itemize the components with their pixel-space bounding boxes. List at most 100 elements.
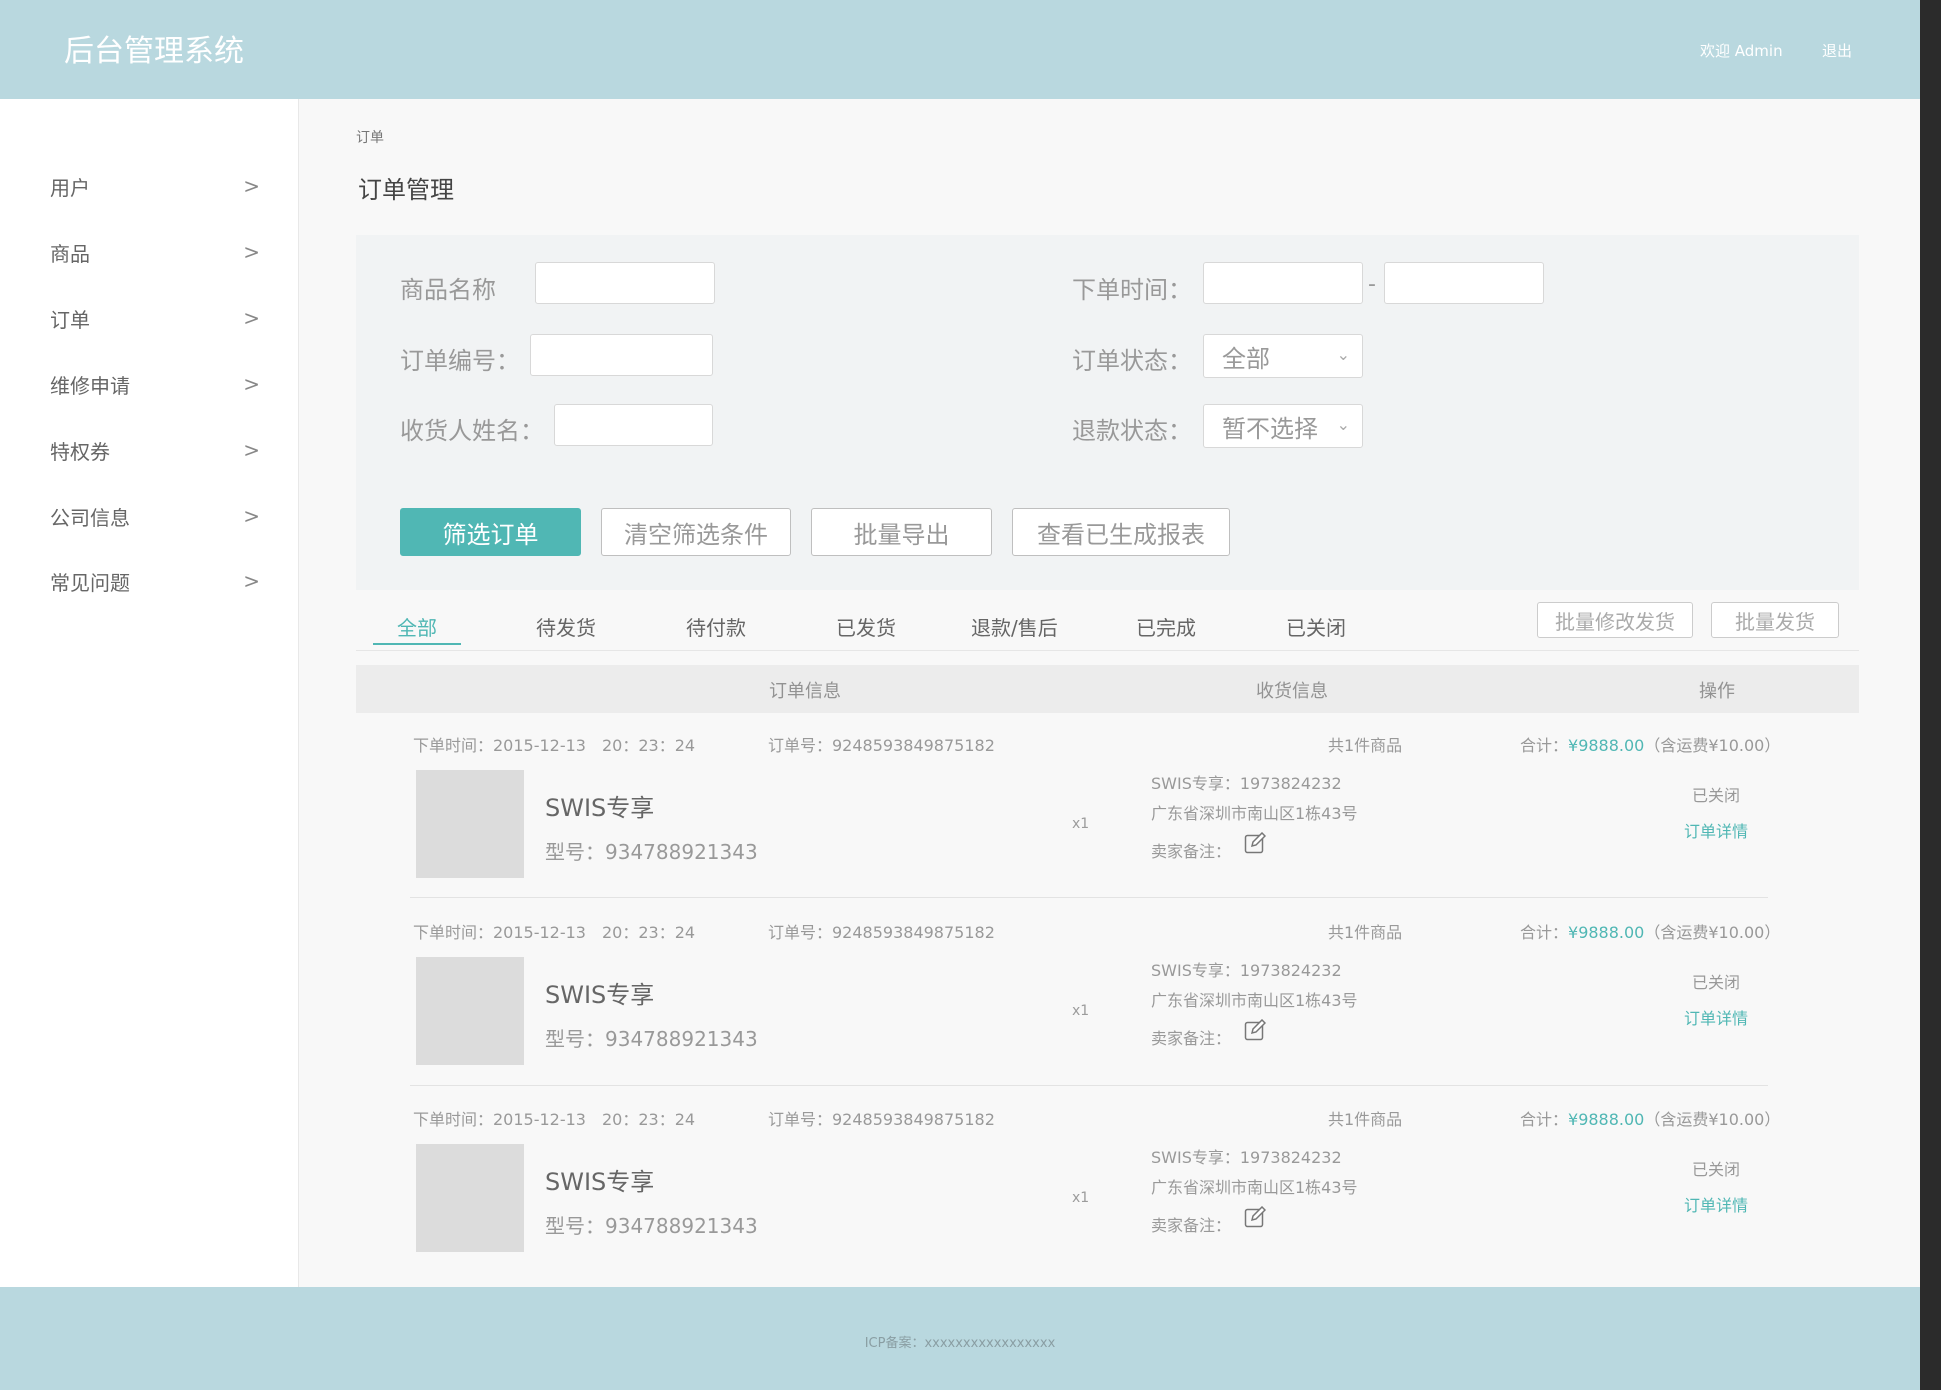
order-time-start-input[interactable] [1203, 262, 1363, 304]
order-time-end-input[interactable] [1384, 262, 1544, 304]
quantity: x1 [1072, 1190, 1090, 1206]
sidebar-item-label: 用户 [50, 175, 90, 200]
refund-status-value: 暂不选择 [1222, 414, 1318, 443]
tab-pending-shipment[interactable]: 待发货 [536, 612, 596, 641]
view-reports-button[interactable]: 查看已生成报表 [1012, 508, 1230, 556]
receiver-address: 广东省深圳市南山区1栋43号 [1151, 991, 1358, 1010]
sidebar-item-orders[interactable]: 订单 > [50, 298, 260, 338]
sidebar-item-users[interactable]: 用户 > [50, 166, 260, 206]
order-status: 已关闭 [1692, 1160, 1741, 1179]
product-name: SWIS专享 [545, 1168, 655, 1196]
footer: ICP备案：xxxxxxxxxxxxxxxxx [0, 1287, 1920, 1390]
window-edge [1920, 0, 1941, 1390]
clear-filters-button[interactable]: 清空筛选条件 [601, 508, 791, 556]
tab-all[interactable]: 全部 [397, 612, 437, 641]
sidebar-item-label: 维修申请 [50, 373, 130, 398]
sidebar-item-label: 特权券 [50, 439, 110, 464]
receiver-name: SWIS专享：1973824232 [1151, 1148, 1342, 1167]
tab-refund[interactable]: 退款/售后 [971, 612, 1058, 641]
edit-icon[interactable] [1244, 1019, 1266, 1041]
breadcrumb: 订单 [356, 130, 384, 146]
logout-link[interactable]: 退出 [1822, 40, 1852, 61]
item-count: 共1件商品 [1328, 1110, 1403, 1129]
refund-status-label: 退款状态： [1072, 417, 1192, 445]
seller-remark-label: 卖家备注： [1151, 842, 1232, 861]
sidebar-item-faq[interactable]: 常见问题 > [50, 561, 260, 601]
header-receiver-info: 收货信息 [1256, 681, 1328, 702]
date-separator: - [1368, 272, 1376, 297]
total-price: ¥9888.00 [1568, 1110, 1645, 1129]
sidebar-item-coupons[interactable]: 特权券 > [50, 430, 260, 470]
sidebar-item-repair[interactable]: 维修申请 > [50, 364, 260, 404]
quantity: x1 [1072, 1003, 1090, 1019]
shipping-fee: （含运费¥10.00） [1644, 1110, 1781, 1129]
receiver-address: 广东省深圳市南山区1栋43号 [1151, 1178, 1358, 1197]
tab-closed[interactable]: 已关闭 [1286, 612, 1346, 641]
sidebar-item-company[interactable]: 公司信息 > [50, 496, 260, 536]
total-price: ¥9888.00 [1568, 923, 1645, 942]
order-no-input[interactable] [530, 334, 713, 376]
product-model: 型号：934788921343 [545, 840, 758, 864]
active-tab-indicator [373, 643, 461, 645]
product-name-input[interactable] [535, 262, 715, 304]
tab-shipped[interactable]: 已发货 [836, 612, 896, 641]
chevron-right-icon: > [243, 306, 260, 330]
quantity: x1 [1072, 816, 1090, 832]
seller-remark-label: 卖家备注： [1151, 1216, 1232, 1235]
header-action: 操作 [1699, 681, 1735, 702]
total-label: 合计： [1520, 923, 1569, 942]
order-detail-link[interactable]: 订单详情 [1684, 1192, 1748, 1216]
shipping-fee: （含运费¥10.00） [1644, 923, 1781, 942]
batch-ship-button[interactable]: 批量发货 [1711, 602, 1839, 638]
sidebar-item-label: 商品 [50, 241, 90, 266]
filter-orders-button[interactable]: 筛选订单 [400, 508, 581, 556]
chevron-right-icon: > [243, 372, 260, 396]
batch-export-button[interactable]: 批量导出 [811, 508, 992, 556]
shipping-fee: （含运费¥10.00） [1644, 736, 1781, 755]
receiver-label: 收货人姓名： [400, 417, 544, 445]
sidebar-item-products[interactable]: 商品 > [50, 232, 260, 272]
receiver-input[interactable] [554, 404, 713, 446]
icp-text: ICP备案：xxxxxxxxxxxxxxxxx [864, 1336, 1056, 1351]
tab-completed[interactable]: 已完成 [1136, 612, 1196, 641]
tab-pending-payment[interactable]: 待付款 [686, 612, 746, 641]
total-label: 合计： [1520, 1110, 1569, 1129]
product-name: SWIS专享 [545, 794, 655, 822]
product-name: SWIS专享 [545, 981, 655, 1009]
receiver-address: 广东省深圳市南山区1栋43号 [1151, 804, 1358, 823]
chevron-right-icon: > [243, 438, 260, 462]
product-model: 型号：934788921343 [545, 1027, 758, 1051]
welcome-text: 欢迎 Admin [1700, 42, 1783, 60]
order-divider [410, 1085, 1768, 1086]
chevron-right-icon: > [243, 504, 260, 528]
edit-icon[interactable] [1244, 832, 1266, 854]
sidebar: 用户 > 商品 > 订单 > 维修申请 > 特权券 > 公司信息 > 常见问题 > [0, 99, 299, 1287]
edit-icon[interactable] [1244, 1206, 1266, 1228]
product-thumbnail [416, 770, 524, 878]
order-time: 下单时间：2015-12-13 20：23：24 [413, 736, 696, 755]
order-total: 合计：¥9888.00（含运费¥10.00） [1520, 919, 1780, 943]
item-count: 共1件商品 [1328, 736, 1403, 755]
chevron-right-icon: > [243, 569, 260, 593]
refund-status-select[interactable]: 暂不选择 ⌄ [1203, 404, 1363, 448]
order-status-select[interactable]: 全部 ⌄ [1203, 334, 1363, 378]
product-model: 型号：934788921343 [545, 1214, 758, 1238]
order-time: 下单时间：2015-12-13 20：23：24 [413, 1110, 696, 1129]
order-total: 合计：¥9888.00（含运费¥10.00） [1520, 1106, 1780, 1130]
sidebar-item-label: 订单 [50, 307, 90, 332]
order-total: 合计：¥9888.00（含运费¥10.00） [1520, 732, 1780, 756]
header-order-info: 订单信息 [769, 681, 841, 702]
order-detail-link[interactable]: 订单详情 [1684, 1005, 1748, 1029]
product-thumbnail [416, 957, 524, 1065]
total-label: 合计： [1520, 736, 1569, 755]
receiver-name: SWIS专享：1973824232 [1151, 961, 1342, 980]
chevron-down-icon: ⌄ [1336, 415, 1350, 434]
batch-modify-shipment-button[interactable]: 批量修改发货 [1537, 602, 1693, 638]
order-number: 订单号：9248593849875182 [768, 923, 995, 942]
order-no-label: 订单编号： [400, 347, 520, 375]
app-title: 后台管理系统 [64, 34, 244, 69]
product-thumbnail [416, 1144, 524, 1252]
order-detail-link[interactable]: 订单详情 [1684, 818, 1748, 842]
order-number: 订单号：9248593849875182 [768, 736, 995, 755]
total-price: ¥9888.00 [1568, 736, 1645, 755]
